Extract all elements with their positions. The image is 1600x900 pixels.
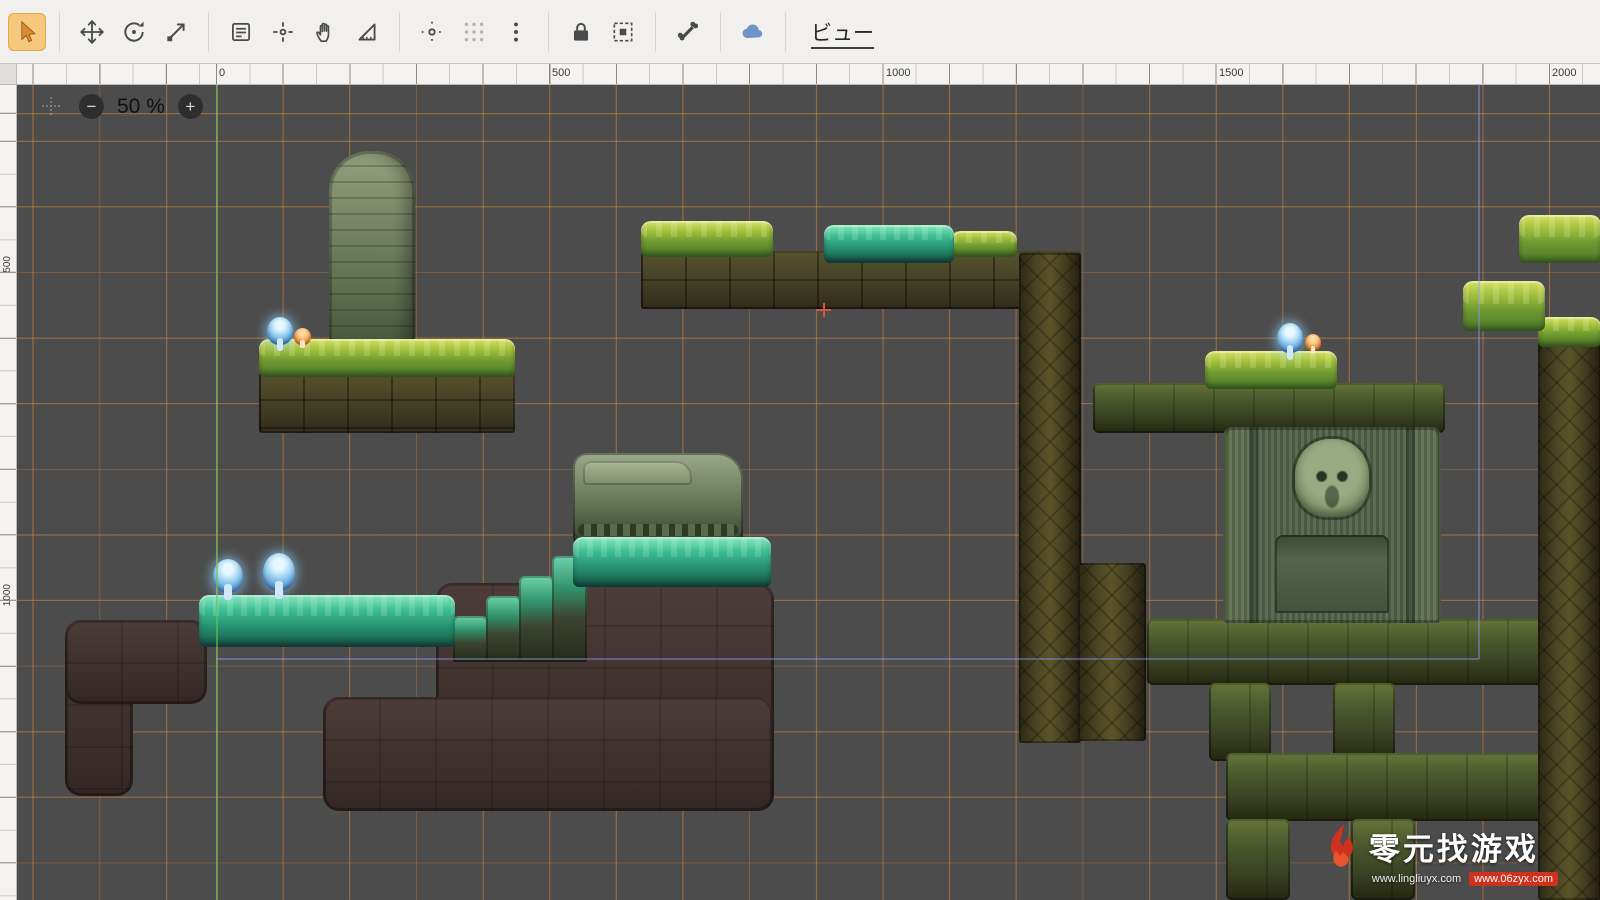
platform-a-base[interactable] [259,371,515,433]
terrain-bottom[interactable] [323,697,773,811]
right-upper-bar[interactable] [1147,619,1600,685]
pan-tool[interactable] [306,13,344,51]
zoom-in-button[interactable]: + [178,94,203,119]
measure-tool[interactable] [348,13,386,51]
teal-platform-left[interactable] [199,595,455,647]
ruler-label: 500 [2,256,13,273]
stair-step[interactable] [486,596,521,662]
level-editor-window: ビュー 0 500 1000 1500 2000 500 1000 − 50 % + [0,0,1600,900]
toolbar: ビュー [0,0,1600,64]
guide-line-horizontal [216,658,1479,660]
column-right-edge[interactable] [1538,329,1600,900]
ruler-label: 1500 [1219,67,1243,79]
right-pillar[interactable] [1209,683,1271,761]
toolbar-separator [399,12,400,52]
zoom-level: 50 % [117,95,165,119]
toolbar-separator [720,12,721,52]
platform-c-grass[interactable] [1205,351,1337,389]
zoom-controls: − 50 % + [79,94,203,119]
right-pillar[interactable] [1333,683,1395,761]
right-pillar[interactable] [1226,819,1290,900]
watermark: 零元找游戏 www.lingliuyx.com www.06zyx.com [1322,823,1558,886]
origin-gizmo-icon [39,94,63,118]
flame-logo-icon [1322,823,1362,869]
top-right-grass-lower[interactable] [1463,281,1545,331]
platform-b-grass-right[interactable] [951,231,1017,257]
lock-button[interactable] [562,13,600,51]
column-main[interactable] [1019,253,1081,743]
terrain-left-arm[interactable] [65,620,207,704]
ruler-label: 500 [552,67,570,79]
platform-b-grass-left[interactable] [641,221,773,257]
ruined-vehicle[interactable] [573,453,743,547]
glow-mushroom[interactable] [1277,323,1303,353]
teal-platform-mid[interactable] [573,537,771,587]
group-button[interactable] [604,13,642,51]
column-foot[interactable] [1078,563,1146,741]
paint-button[interactable] [734,13,772,51]
view-menu-button[interactable]: ビュー [795,9,890,55]
glow-mushroom[interactable] [263,553,295,591]
ruler-label: 2000 [1552,67,1576,79]
toolbar-separator [208,12,209,52]
skeleton-button[interactable] [669,13,707,51]
view-menu-label: ビュー [811,22,874,49]
ruler-corner [0,64,17,85]
toolbar-separator [548,12,549,52]
select-tool[interactable] [8,13,46,51]
stair-step[interactable] [519,576,554,662]
watermark-site-name: 零元找游戏 [1369,824,1539,869]
platform-a-grass[interactable] [259,339,515,377]
guide-line-vertical [1478,85,1480,659]
select-list-tool[interactable] [222,13,260,51]
column-right-grass[interactable] [1538,317,1600,347]
watermark-url-1: www.lingliuyx.com [1372,873,1461,885]
ruler-horizontal[interactable]: 0 500 1000 1500 2000 [17,64,1600,85]
grid-snap-toggle[interactable] [455,13,493,51]
smart-snap-toggle[interactable] [413,13,451,51]
ruler-label: 1000 [886,67,910,79]
canvas[interactable]: − 50 % + 零元找游戏 www.lingliuyx.com www.06z… [17,85,1600,900]
ancient-statue[interactable] [1223,427,1441,623]
rotate-tool[interactable] [115,13,153,51]
pivot-tool[interactable] [264,13,302,51]
stone-monument[interactable] [329,151,415,349]
toolbar-separator [785,12,786,52]
top-right-grass-upper[interactable] [1519,215,1600,263]
scale-tool[interactable] [157,13,195,51]
stair-step[interactable] [453,616,488,662]
small-mushroom[interactable] [294,328,311,345]
toolbar-tools [8,12,795,52]
move-tool[interactable] [73,13,111,51]
ruler-label: 0 [219,67,225,79]
glow-mushroom[interactable] [267,317,293,345]
platform-b-teal[interactable] [824,225,954,263]
zoom-out-button[interactable]: − [79,94,104,119]
platform-c-base[interactable] [1093,383,1445,433]
origin-axis-line [216,85,218,900]
objects-layer [17,85,1600,900]
ruler-vertical[interactable]: 500 1000 [0,85,17,900]
toolbar-separator [59,12,60,52]
toolbar-separator [655,12,656,52]
snap-options-menu[interactable] [497,13,535,51]
ruler-label: 1000 [2,584,13,606]
small-mushroom[interactable] [1305,334,1321,351]
position-marker [817,303,831,317]
watermark-url-2: www.06zyx.com [1469,872,1558,886]
